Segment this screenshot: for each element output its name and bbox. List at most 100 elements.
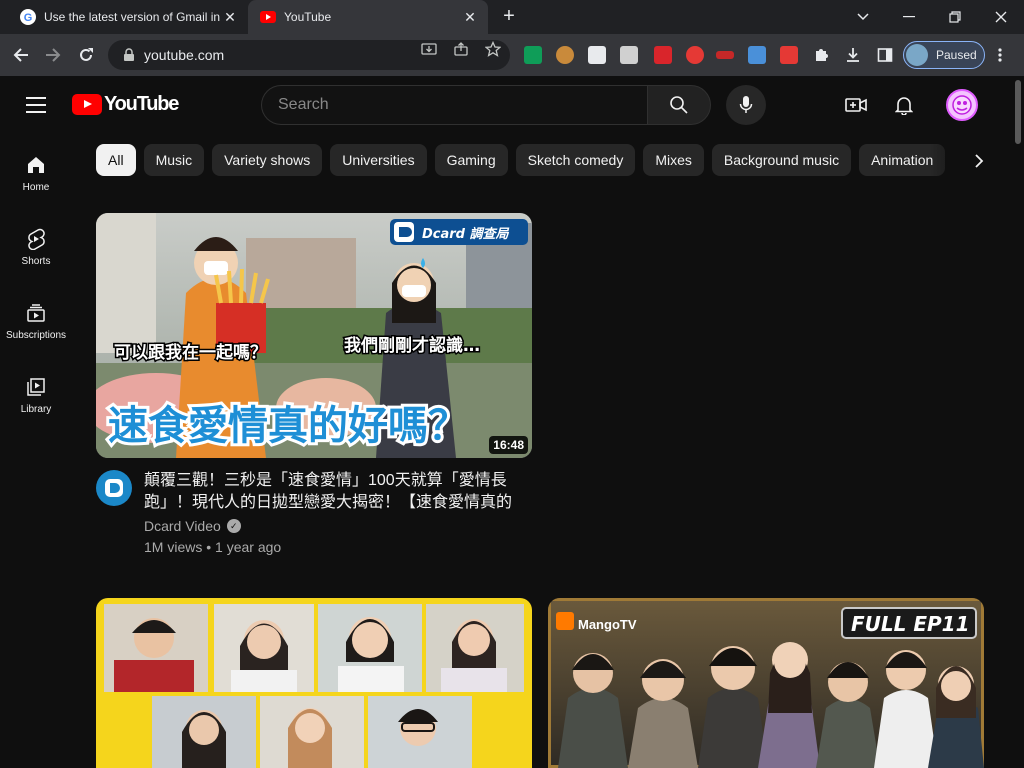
chip-background-music[interactable]: Background music (711, 144, 852, 176)
install-app-icon[interactable] (421, 41, 437, 57)
search-button[interactable] (647, 85, 711, 125)
thumbnail-image (96, 598, 532, 768)
address-bar[interactable]: youtube.com (108, 40, 510, 70)
puzzle-blue-extension-icon[interactable] (748, 46, 766, 64)
video-title[interactable]: 顛覆三觀！三秒是「速食愛情」100天就算「愛情長跑」！現代人的日拋型戀愛大揭密！… (144, 470, 524, 514)
shorts-icon (25, 228, 47, 250)
channel-avatar[interactable] (96, 470, 132, 506)
chip-sketch-comedy[interactable]: Sketch comedy (515, 144, 636, 176)
svg-text:G: G (24, 12, 33, 24)
forward-button[interactable] (41, 43, 65, 67)
thumbnail-image: Dcard 調查局 可以跟我在一起嗎？ 我們剛剛才認識… 速食愛情真的好嗎？ (96, 213, 532, 458)
chip-variety-shows[interactable]: Variety shows (212, 144, 323, 176)
thumbnail-badge-text: Dcard 調查局 (422, 226, 510, 242)
search-input[interactable] (278, 96, 598, 114)
notifications-bell-icon[interactable] (892, 93, 916, 117)
video-metadata: 1M views • 1 year ago (144, 539, 282, 555)
chevron-right-icon[interactable] (966, 148, 992, 174)
browser-tabstrip: G Use the latest version of Gmail in ✕ Y… (0, 0, 1024, 34)
video-thumbnail[interactable] (96, 598, 532, 768)
tab-title: YouTube (284, 10, 332, 24)
home-icon (25, 154, 47, 176)
channel-name[interactable]: Dcard Video (144, 518, 221, 534)
browser-tab-gmail[interactable]: G Use the latest version of Gmail in ✕ (8, 0, 248, 34)
badge-extension-icon[interactable] (654, 46, 672, 64)
verified-check-icon: ✓ (226, 519, 241, 533)
profile-avatar (906, 44, 928, 66)
chip-gaming[interactable]: Gaming (434, 144, 508, 176)
new-tab-button[interactable]: + (498, 6, 520, 28)
record-extension-icon[interactable] (686, 46, 704, 64)
minimize-window-button[interactable] (886, 0, 932, 34)
extensions-puzzle-icon[interactable] (813, 47, 829, 63)
guide-menu-icon[interactable] (26, 97, 46, 113)
guide-item-label: Subscriptions (5, 330, 67, 341)
chip-music[interactable]: Music (143, 144, 205, 176)
guide-item-label: Home (22, 182, 50, 193)
downloads-icon[interactable] (845, 47, 861, 63)
browser-toolbar: youtube.com Paused (0, 34, 1024, 76)
guide-sidebar: Home Shorts Subscriptions Library (0, 134, 72, 430)
youtube-logo[interactable]: YouTube (72, 93, 179, 116)
profile-status: Paused (936, 48, 977, 62)
library-icon (25, 376, 47, 398)
voice-search-button[interactable] (726, 85, 766, 125)
logo-text: YouTube (104, 93, 179, 115)
page-scrollbar[interactable] (1012, 76, 1024, 768)
thumbnail-headline: 速食愛情真的好嗎？ (108, 403, 468, 449)
bookmark-star-icon[interactable] (484, 40, 502, 57)
chip-universities[interactable]: Universities (330, 144, 427, 176)
tab-title: Use the latest version of Gmail in (44, 10, 221, 24)
close-window-button[interactable] (978, 0, 1024, 34)
filter-chips-bar: All Music Variety shows Universities Gaming S… (96, 144, 996, 178)
tab-search-icon[interactable] (840, 0, 886, 34)
thumbnail-caption-2: 我們剛剛才認識… (344, 335, 480, 356)
url-text: youtube.com (144, 47, 225, 63)
window-extension-icon[interactable] (620, 46, 638, 64)
browser-tab-youtube[interactable]: YouTube ✕ (248, 0, 488, 34)
scrollbar-thumb[interactable] (1015, 80, 1021, 144)
guide-item-library[interactable]: Library (0, 356, 72, 430)
youtube-masthead: YouTube (0, 76, 1024, 134)
cookie-extension-icon[interactable] (556, 46, 574, 64)
search-box (261, 85, 648, 125)
side-panel-icon[interactable] (877, 47, 893, 63)
restore-window-button[interactable] (932, 0, 978, 34)
microphone-icon (739, 96, 753, 113)
account-avatar[interactable] (946, 89, 978, 121)
youtube-icon (260, 9, 276, 25)
channel-name-row: Dcard Video ✓ (144, 518, 241, 534)
close-tab-icon[interactable]: ✕ (462, 9, 478, 26)
search-icon (670, 96, 688, 114)
video-thumbnail[interactable]: Dcard 調查局 可以跟我在一起嗎？ 我們剛剛才認識… 速食愛情真的好嗎？ 1… (96, 213, 532, 458)
guide-item-subscriptions[interactable]: Subscriptions (0, 282, 72, 356)
browser-menu-icon[interactable] (998, 47, 1004, 63)
google-icon: G (20, 9, 36, 25)
guide-item-shorts[interactable]: Shorts (0, 208, 72, 282)
red-extension-icon[interactable] (716, 51, 734, 59)
share-icon[interactable] (453, 41, 469, 57)
video-duration: 16:48 (489, 436, 528, 454)
youtube-play-icon (72, 94, 102, 115)
chip-mixes[interactable]: Mixes (643, 144, 704, 176)
reload-button[interactable] (74, 43, 98, 67)
back-button[interactable] (9, 43, 33, 67)
reader-extension-icon[interactable] (588, 46, 606, 64)
mangotv-logo-icon (556, 612, 574, 630)
lock-icon (124, 48, 134, 61)
create-video-icon[interactable] (844, 93, 868, 117)
guide-item-home[interactable]: Home (0, 134, 72, 208)
thumbnail-brand: MangoTV (578, 617, 637, 632)
subscriptions-icon (25, 302, 47, 324)
heart-extension-icon[interactable] (780, 46, 798, 64)
chip-all[interactable]: All (96, 144, 136, 176)
guide-item-label: Library (20, 404, 52, 415)
close-tab-icon[interactable]: ✕ (222, 9, 238, 26)
sheets-extension-icon[interactable] (524, 46, 542, 64)
thumbnail-image: MangoTV FULL EP11 (548, 598, 984, 768)
thumbnail-badge-text: FULL EP11 (851, 612, 970, 636)
video-thumbnail[interactable]: MangoTV FULL EP11 (548, 598, 984, 768)
profile-button[interactable]: Paused (903, 41, 985, 69)
guide-item-label: Shorts (21, 256, 51, 267)
thumbnail-caption-1: 可以跟我在一起嗎？ (114, 342, 267, 363)
